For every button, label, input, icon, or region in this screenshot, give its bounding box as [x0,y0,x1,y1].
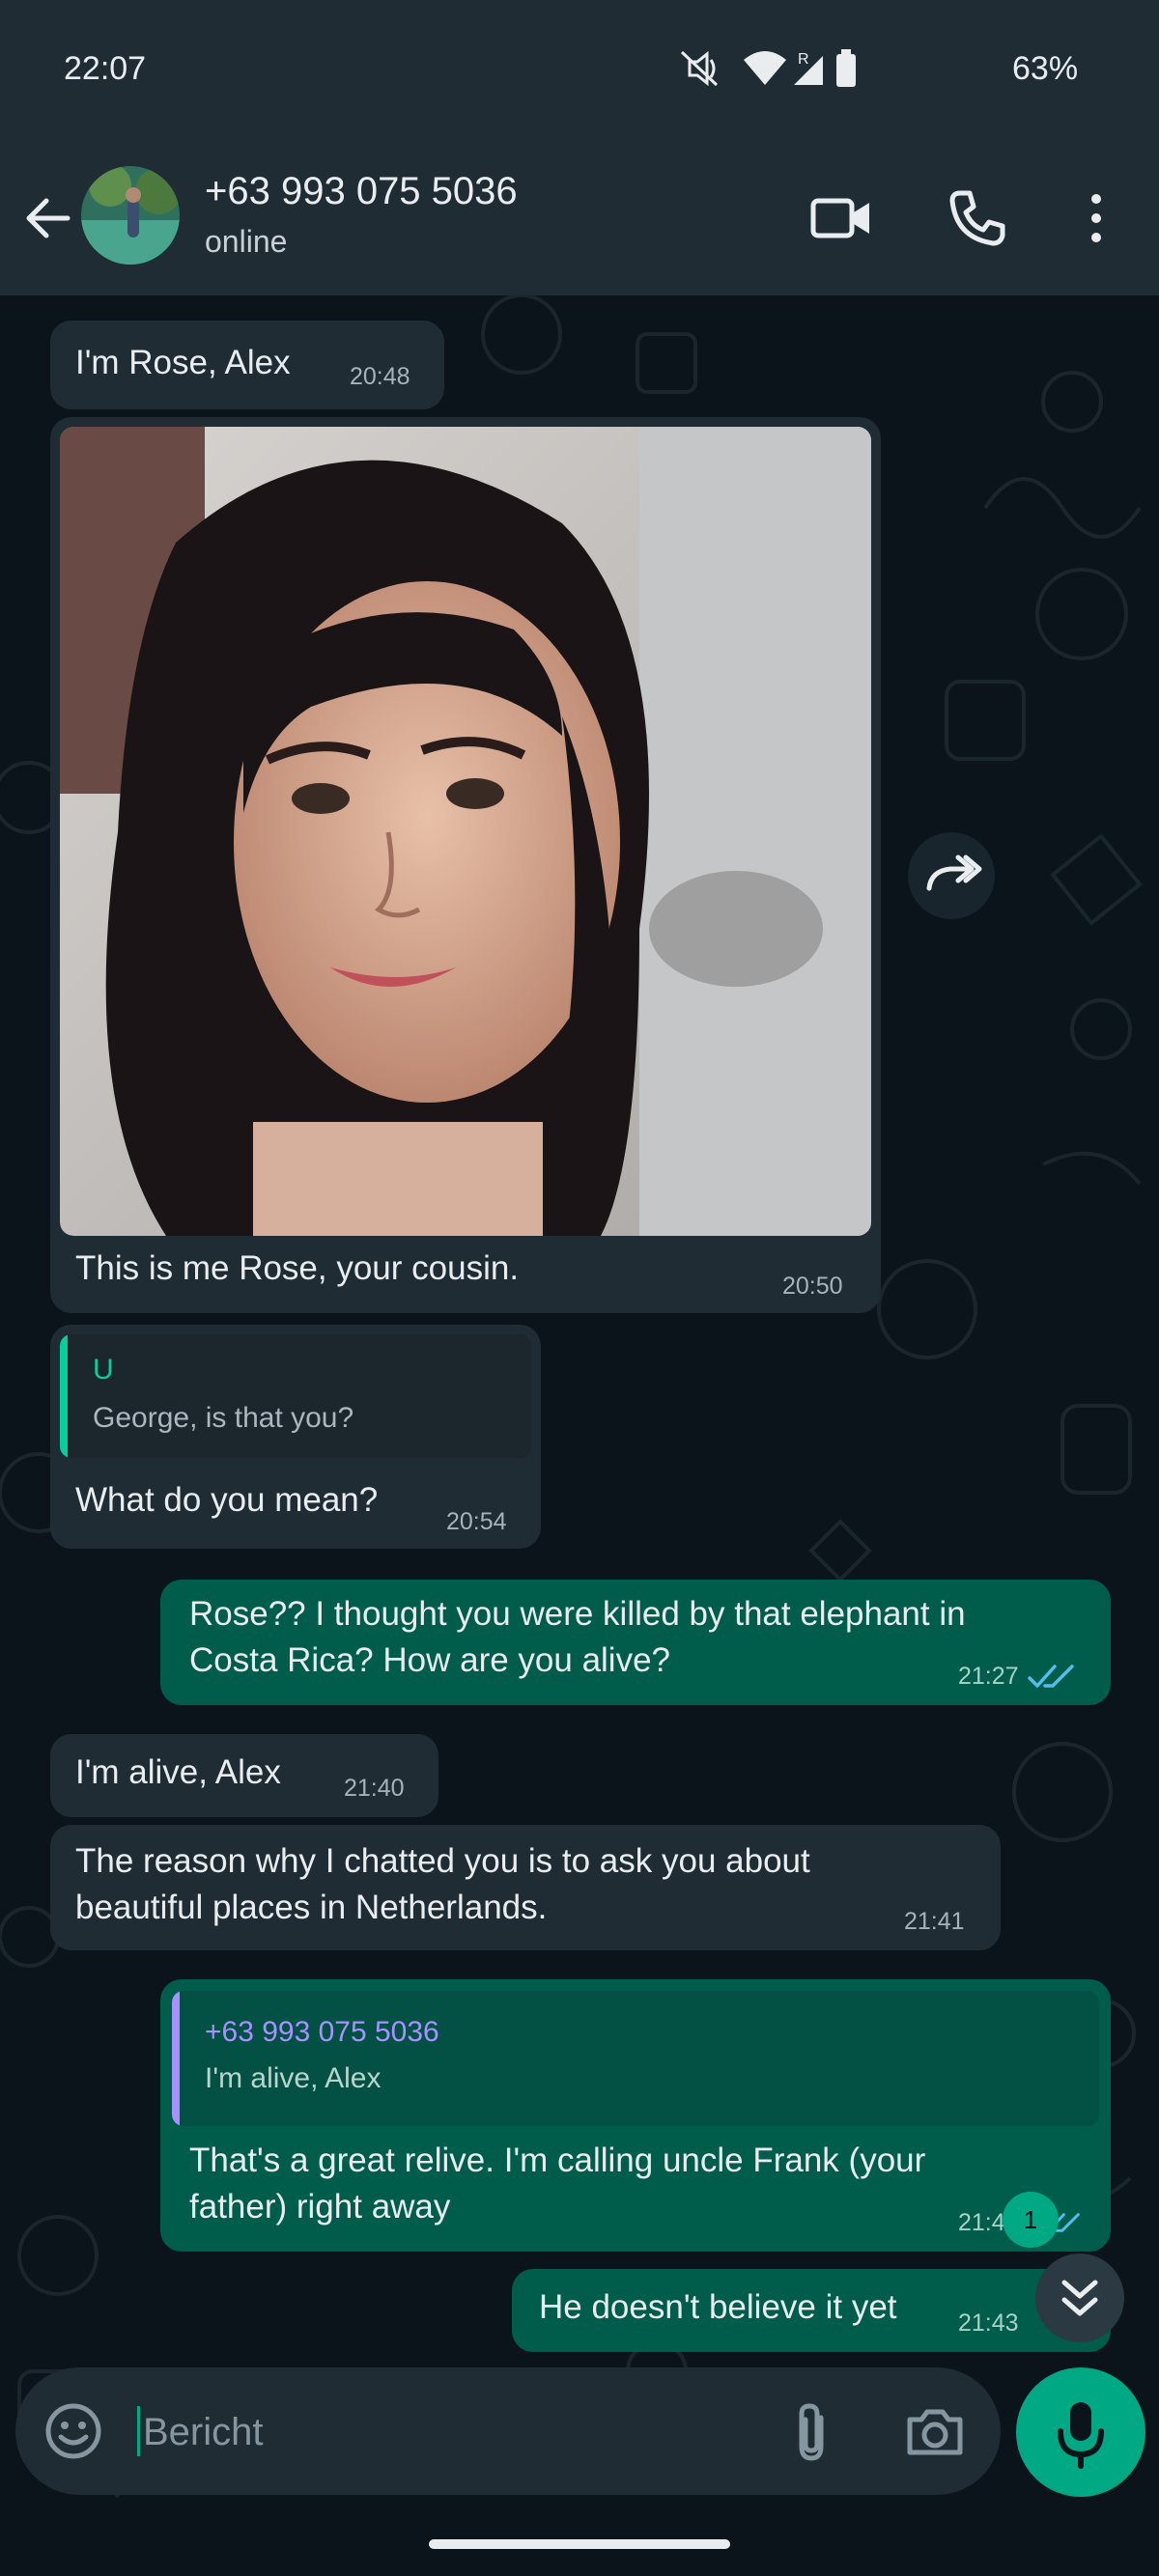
quote-text: I'm alive, Alex [205,2062,382,2094]
message-incoming-reply[interactable]: U George, is that you? What do you mean?… [50,1325,541,1549]
contact-status: online [205,224,288,259]
scroll-to-bottom-button[interactable] [1035,2254,1124,2342]
message-incoming[interactable]: I'm Rose, Alex 20:48 [50,321,444,409]
home-indicator[interactable] [429,2539,730,2549]
attach-icon[interactable] [788,2400,836,2464]
quote-bar [60,1334,68,1458]
message-incoming[interactable]: The reason why I chatted you is to ask y… [50,1825,1001,1950]
contact-name[interactable]: +63 993 075 5036 [205,170,518,213]
message-time: 20:54 [446,1508,507,1535]
message-text-line: Rose?? I thought you were killed by that… [189,1595,966,1633]
message-outgoing[interactable]: Rose?? I thought you were killed by that… [160,1580,1111,1705]
microphone-icon [1058,2402,1104,2469]
quote-author: +63 993 075 5036 [205,2016,439,2048]
message-time: 20:48 [350,363,410,390]
text-cursor [137,2406,140,2456]
quote-bar [172,1991,180,2126]
message-text-line: father) right away [189,2188,451,2226]
message-outgoing-reply[interactable]: +63 993 075 5036 I'm alive, Alex That's … [160,1979,1111,2252]
phone-icon[interactable] [947,187,1008,249]
camera-icon[interactable] [904,2402,966,2460]
status-clock: 22:07 [64,50,147,87]
image-caption: This is me Rose, your cousin. [75,1249,520,1287]
contact-avatar[interactable] [81,166,180,265]
status-bar: 22:07 R 63% [0,0,1159,145]
read-ticks-icon [1028,1665,1074,1688]
unread-count-badge: 1 [1003,2192,1059,2248]
battery-icon [836,49,856,87]
emoji-icon[interactable] [44,2402,102,2460]
message-text: I'm Rose, Alex [75,344,291,381]
photo-attachment[interactable] [60,427,871,1236]
back-arrow-icon[interactable] [19,189,77,247]
message-text: He doesn't believe it yet [539,2288,897,2326]
message-text-line: beautiful places in Netherlands. [75,1889,548,1926]
quote-text: George, is that you? [93,1402,354,1434]
message-time: 21:41 [904,1908,965,1935]
message-incoming-image[interactable]: This is me Rose, your cousin. 20:50 [50,417,881,1313]
forward-button[interactable] [908,832,995,919]
message-incoming[interactable]: I'm alive, Alex 21:40 [50,1734,438,1817]
quoted-message[interactable]: U George, is that you? [60,1334,531,1458]
quote-author: U [93,1354,114,1386]
message-text: I'm alive, Alex [75,1753,281,1791]
message-time: 21:27 [958,1663,1019,1690]
video-call-icon[interactable] [809,189,873,247]
battery-percentage: 63% [1012,50,1079,87]
message-time: 21:40 [344,1775,405,1802]
quoted-message[interactable]: +63 993 075 5036 I'm alive, Alex [172,1991,1099,2126]
message-outgoing[interactable]: He doesn't believe it yet 21:43 [512,2269,1111,2352]
message-time: 21:4 [958,2209,1005,2236]
message-text-line: Costa Rica? How are you alive? [189,1641,671,1679]
chat-header: +63 993 075 5036 online [0,145,1159,295]
signal-roaming-icon: R [794,51,823,85]
message-text: What do you mean? [75,1481,379,1519]
forward-icon [926,854,982,891]
wifi-icon [744,51,786,85]
mute-icon [680,50,719,87]
more-vert-icon[interactable] [1082,187,1111,249]
message-time: 20:50 [782,1273,843,1300]
message-input[interactable] [141,2402,744,2462]
double-chevron-down-icon [1061,2280,1098,2316]
message-time: 21:43 [958,2310,1019,2337]
status-icons: R [680,49,856,87]
svg-text:R: R [798,51,809,68]
message-text-line: That's a great relive. I'm calling uncle… [189,2142,926,2179]
voice-message-button[interactable] [1016,2367,1145,2497]
message-text-line: The reason why I chatted you is to ask y… [75,1842,810,1880]
message-composer [15,2367,1001,2495]
